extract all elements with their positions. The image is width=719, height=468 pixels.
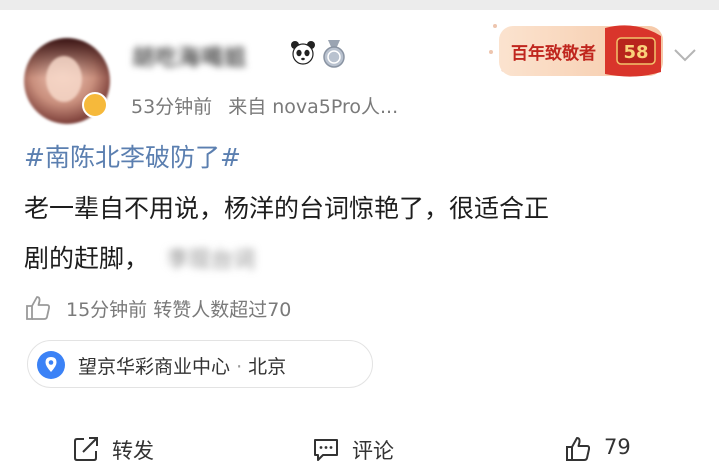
- medal-icon: [323, 40, 345, 68]
- post-meta: 53分钟前 来自 nova5Pro人...: [131, 92, 398, 119]
- panda-icon: [291, 41, 315, 65]
- location-name: 望京华彩商业中心: [78, 356, 231, 378]
- location-city: 北京: [248, 356, 287, 378]
- likes-info-text: 15分钟前 转赞人数超过70: [66, 299, 292, 321]
- action-bar: 转发 评论 79: [0, 425, 719, 468]
- username[interactable]: 胡吃海喝姐: [132, 40, 247, 72]
- post-text: 老一辈自不用说，杨洋的台词惊艳了，很适合正 剧的赶脚， 李现台词: [24, 184, 704, 286]
- location-chip[interactable]: 望京华彩商业中心 · 北京: [27, 340, 373, 388]
- post-time: 53分钟前: [131, 96, 213, 118]
- post-text-line-2-main: 剧的赶脚，: [24, 244, 150, 273]
- promo-label: 百年致敬者: [511, 43, 596, 64]
- top-divider: [0, 0, 719, 10]
- topic-hashtag[interactable]: #南陈北李破防了#: [24, 138, 241, 174]
- vip-badge-icon: [82, 92, 108, 118]
- comment-icon: [314, 439, 338, 461]
- promo-banner[interactable]: 58 百年致敬者: [485, 14, 667, 80]
- chevron-down-icon[interactable]: [672, 46, 698, 64]
- repost-icon: [74, 437, 98, 461]
- thumb-up-icon: [26, 296, 50, 320]
- location-separator: ·: [236, 356, 243, 378]
- like-icon: [566, 437, 591, 461]
- post-text-line-2: 剧的赶脚， 李现台词: [24, 234, 704, 286]
- avatar-face: [46, 56, 82, 102]
- comment-label: 评论: [352, 439, 394, 463]
- blurred-mention[interactable]: 李现台词: [167, 236, 255, 286]
- location-label: 望京华彩商业中心 · 北京: [78, 352, 286, 379]
- post-text-line-1: 老一辈自不用说，杨洋的台词惊艳了，很适合正: [24, 194, 550, 223]
- like-count: 79: [604, 435, 631, 459]
- post-source[interactable]: 来自 nova5Pro人...: [228, 96, 398, 118]
- repost-label: 转发: [112, 439, 154, 463]
- promo-number: 58: [623, 42, 648, 63]
- location-pin-icon: [37, 351, 65, 379]
